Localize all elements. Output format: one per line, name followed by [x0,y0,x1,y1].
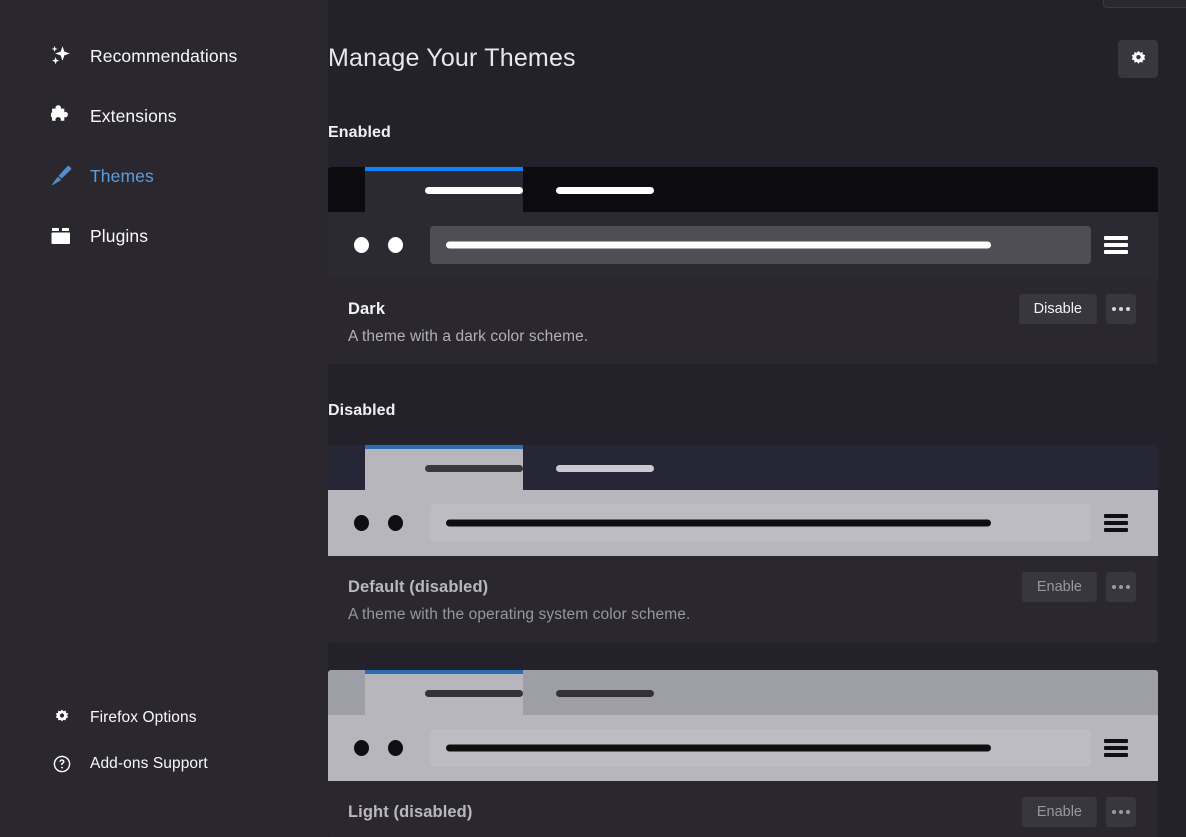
preview-tabbar [328,445,1158,490]
question-circle-icon [52,754,72,774]
preview-tab-accent-line [365,445,523,449]
preview-hamburger-icon [1104,739,1128,757]
puzzle-piece-icon [48,103,74,129]
preview-tab-accent-line [365,167,523,171]
theme-info: Light (disabled) Enable [328,781,1158,837]
sidebar-primary-nav: Recommendations Extensions Themes Plugin… [0,0,328,256]
theme-more-options-button[interactable] [1106,797,1136,827]
sidebar-item-extensions[interactable]: Extensions [0,96,328,136]
preview-nav-dot [354,740,369,756]
preview-toolbar [328,212,1158,278]
preview-tabbar [328,670,1158,715]
preview-hamburger-icon [1104,236,1128,254]
preview-active-tab [365,670,523,715]
preview-tab-label-bar [425,187,523,194]
page-title: Manage Your Themes [328,44,576,72]
sidebar-item-plugins[interactable]: Plugins [0,216,328,256]
preview-nav-dot [354,515,369,531]
theme-card-light[interactable]: Light (disabled) Enable [328,670,1158,837]
preview-urlbar-text [446,241,991,249]
section-heading-disabled: Disabled [328,402,396,419]
preview-toolbar [328,490,1158,556]
sidebar-item-label: Themes [90,165,154,186]
sidebar-item-label: Extensions [90,105,177,126]
preview-tabbar [328,167,1158,212]
preview-urlbar-text [446,519,991,527]
preview-toolbar [328,715,1158,781]
sidebar-item-label: Add-ons Support [90,755,208,772]
section-heading-enabled: Enabled [328,124,391,141]
enable-theme-button[interactable]: Enable [1021,572,1097,602]
theme-card-default[interactable]: Default (disabled) A theme with the oper… [328,445,1158,643]
theme-more-options-button[interactable] [1106,572,1136,602]
sidebar-item-firefox-options[interactable]: Firefox Options [0,703,328,733]
sidebar: Recommendations Extensions Themes Plugin… [0,0,328,837]
theme-preview [328,167,1158,278]
preview-tab-label-bar [425,465,523,472]
preview-nav-dot [388,515,403,531]
preview-tab-accent-line [365,670,523,674]
preview-urlbar-text [446,744,991,752]
search-input[interactable] [1103,0,1186,8]
theme-card-dark[interactable]: Dark A theme with a dark color scheme. D… [328,167,1158,364]
preview-active-tab [365,445,523,490]
theme-description: A theme with the operating system color … [348,606,691,623]
preview-nav-dot [354,237,369,253]
disable-theme-button[interactable]: Disable [1018,294,1097,324]
theme-more-options-button[interactable] [1106,294,1136,324]
preview-nav-dot [388,740,403,756]
preview-active-tab [365,167,523,212]
theme-preview [328,670,1158,781]
preview-inactive-tab-label-bar [556,465,654,472]
sidebar-item-addons-support[interactable]: Add-ons Support [0,749,328,779]
theme-description: A theme with a dark color scheme. [348,328,589,345]
preview-urlbar [430,504,1091,542]
preview-inactive-tab-label-bar [556,690,654,697]
settings-button[interactable] [1118,40,1158,78]
addons-manager-window: Recommendations Extensions Themes Plugin… [0,0,1186,837]
sidebar-item-themes[interactable]: Themes [0,156,328,196]
enable-theme-button[interactable]: Enable [1021,797,1097,827]
sparkle-icon [48,43,74,69]
gear-icon [1131,50,1145,64]
theme-preview [328,445,1158,556]
preview-hamburger-icon [1104,514,1128,532]
plugin-box-icon [48,223,74,249]
preview-urlbar [430,226,1091,264]
theme-info: Default (disabled) A theme with the oper… [328,556,1158,642]
preview-nav-dot [388,237,403,253]
theme-actions: Disable [1018,294,1136,324]
sidebar-item-recommendations[interactable]: Recommendations [0,36,328,76]
main-content: Manage Your Themes Enabled Dark A theme … [328,0,1186,837]
preview-tab-label-bar [425,690,523,697]
theme-actions: Enable [1021,572,1136,602]
sidebar-item-label: Firefox Options [90,709,197,726]
sidebar-item-label: Plugins [90,225,149,246]
theme-actions: Enable [1021,797,1136,827]
preview-urlbar [430,729,1091,767]
gear-icon [52,708,72,728]
theme-info: Dark A theme with a dark color scheme. D… [328,278,1158,364]
sidebar-item-label: Recommendations [90,45,238,66]
paintbrush-icon [48,163,74,189]
preview-inactive-tab-label-bar [556,187,654,194]
sidebar-footer-nav: Firefox Options Add-ons Support [0,703,328,795]
